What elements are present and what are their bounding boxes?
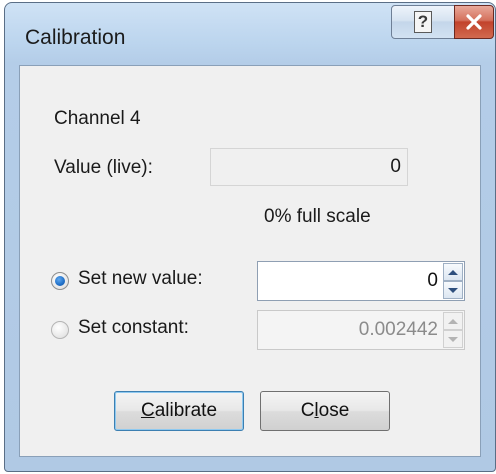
new-value-down-button[interactable] — [443, 281, 463, 299]
close-button[interactable]: Close — [260, 391, 390, 431]
new-value-spin-buttons — [443, 263, 463, 299]
constant-spin-buttons — [443, 312, 463, 348]
new-value-input[interactable]: 0 — [427, 262, 438, 300]
set-constant-label[interactable]: Set constant: — [78, 317, 189, 339]
triangle-up-icon — [448, 318, 458, 324]
set-constant-radio[interactable] — [51, 321, 69, 339]
close-button-label: Close — [300, 400, 350, 421]
question-mark-icon: ? — [414, 11, 432, 33]
full-scale-text: 0% full scale — [264, 206, 371, 227]
x-icon — [466, 14, 482, 30]
window-title: Calibration — [25, 26, 126, 49]
triangle-down-icon — [448, 336, 458, 342]
constant-down-button — [443, 330, 463, 348]
constant-stepper: 0.002442 — [257, 310, 465, 350]
set-new-value-radio[interactable] — [51, 272, 69, 290]
title-bar[interactable]: Calibration ? — [5, 3, 495, 65]
calibration-dialog: Calibration ? Channel 4 Value (live): 0 … — [4, 2, 496, 472]
triangle-down-icon — [448, 287, 458, 293]
new-value-up-button[interactable] — [443, 263, 463, 281]
live-value-label: Value (live): — [54, 157, 153, 178]
set-new-value-label[interactable]: Set new value: — [78, 268, 203, 290]
close-window-button[interactable] — [454, 5, 494, 39]
help-button[interactable]: ? — [391, 5, 455, 39]
new-value-stepper[interactable]: 0 — [257, 261, 465, 301]
triangle-up-icon — [448, 269, 458, 275]
calibrate-button-label: Calibrate — [140, 400, 218, 421]
calibrate-button[interactable]: Calibrate — [114, 391, 244, 431]
constant-input: 0.002442 — [358, 319, 438, 340]
dialog-body: Channel 4 Value (live): 0 0% full scale … — [19, 65, 481, 457]
live-value-field: 0 — [210, 148, 408, 186]
constant-up-button — [443, 312, 463, 330]
channel-label: Channel 4 — [54, 108, 141, 129]
